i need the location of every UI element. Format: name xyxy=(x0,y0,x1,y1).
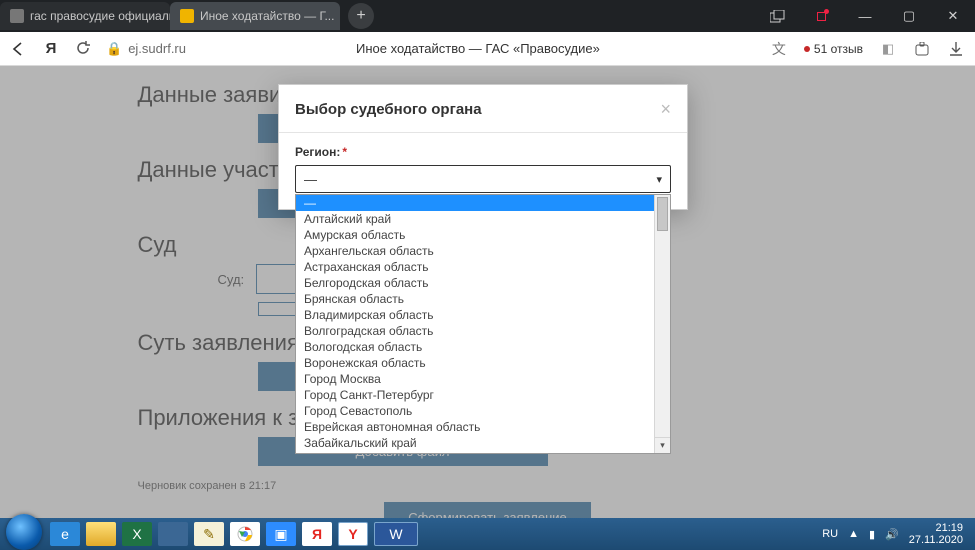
maximize-button[interactable]: ▢ xyxy=(887,0,931,32)
browser-titlebar: гас правосудие официаль Иное ходатайство… xyxy=(0,0,975,32)
yandex-home-button[interactable]: Я xyxy=(42,40,60,58)
address-bar: Я 🔒 ej.sudrf.ru Иное ходатайство — ГАС «… xyxy=(0,32,975,66)
taskbar-excel-icon[interactable]: X xyxy=(122,522,152,546)
language-indicator[interactable]: RU xyxy=(822,528,838,540)
page-title: Иное ходатайство — ГАС «Правосудие» xyxy=(200,41,756,56)
bookmark-icon[interactable]: ◧ xyxy=(879,40,897,58)
translate-icon[interactable]: 文 xyxy=(770,40,788,58)
tab-label: Иное ходатайство — Г... xyxy=(200,9,334,23)
favicon-generic-icon xyxy=(10,9,24,23)
copy-window-icon[interactable] xyxy=(755,0,799,32)
reload-button[interactable] xyxy=(74,40,92,58)
reviews-button[interactable]: 51 отзыв xyxy=(804,42,863,56)
region-option[interactable]: Алтайский край xyxy=(296,211,654,227)
extensions-tray-icon[interactable] xyxy=(913,40,931,58)
tab-label: гас правосудие официаль xyxy=(30,9,170,23)
taskbar-zoom-icon[interactable]: ▣ xyxy=(266,522,296,546)
region-select[interactable]: — ▾ xyxy=(295,165,671,193)
region-option[interactable]: Архангельская область xyxy=(296,243,654,259)
region-option[interactable]: Волгоградская область xyxy=(296,323,654,339)
browser-tab[interactable]: гас правосудие официаль xyxy=(0,2,170,30)
page-viewport: Данные заявителей ? До Данные участников… xyxy=(0,66,975,518)
region-selected-value: — xyxy=(304,172,317,187)
taskbar-chrome-icon[interactable] xyxy=(230,522,260,546)
chevron-down-icon: ▾ xyxy=(656,173,662,186)
downloads-icon[interactable] xyxy=(947,40,965,58)
url-box[interactable]: 🔒 ej.sudrf.ru xyxy=(106,41,186,57)
region-option[interactable]: Город Севастополь xyxy=(296,403,654,419)
lock-icon: 🔒 xyxy=(106,41,122,57)
region-option[interactable]: Ивановская область xyxy=(296,451,654,453)
taskbar-yandex-icon[interactable]: Я xyxy=(302,522,332,546)
windows-taskbar: e X ✎ ▣ Я Y W RU ▲ ▮ 🔊 21:19 27.11.2020 xyxy=(0,518,975,550)
favicon-scales-icon xyxy=(180,9,194,23)
region-option[interactable]: Астраханская область xyxy=(296,259,654,275)
taskbar-word-icon[interactable]: W xyxy=(374,522,418,546)
region-option[interactable]: Воронежская область xyxy=(296,355,654,371)
taskbar-ie-icon[interactable]: e xyxy=(50,522,80,546)
region-label-text: Регион: xyxy=(295,145,340,159)
required-asterisk: * xyxy=(342,145,347,159)
modal-close-button[interactable]: × xyxy=(660,99,671,120)
taskbar-clock[interactable]: 21:19 27.11.2020 xyxy=(909,522,963,546)
tray-network-icon[interactable]: ▮ xyxy=(869,528,875,541)
modal-title: Выбор судебного органа xyxy=(295,101,482,118)
start-button[interactable] xyxy=(6,514,42,550)
taskbar-app-icon[interactable] xyxy=(158,522,188,546)
notification-dot-icon xyxy=(804,46,810,52)
titlebar-extras xyxy=(755,0,843,32)
region-option[interactable]: Вологодская область xyxy=(296,339,654,355)
region-option[interactable]: Белгородская область xyxy=(296,275,654,291)
close-window-button[interactable]: ✕ xyxy=(931,0,975,32)
back-button[interactable] xyxy=(10,40,28,58)
reviews-label: 51 отзыв xyxy=(814,42,863,56)
window-controls: — ▢ ✕ xyxy=(843,0,975,32)
url-host: ej.sudrf.ru xyxy=(128,41,186,56)
region-dropdown: —Алтайский крайАмурская областьАрхангель… xyxy=(295,194,671,454)
court-select-modal: Выбор судебного органа × Регион:* — ▾ —А… xyxy=(278,84,688,210)
extensions-icon[interactable] xyxy=(799,0,843,32)
region-label: Регион:* xyxy=(295,145,671,159)
clock-date: 27.11.2020 xyxy=(909,534,963,546)
browser-tab-active[interactable]: Иное ходатайство — Г... ✕ xyxy=(170,2,340,30)
tray-volume-icon[interactable]: 🔊 xyxy=(885,528,899,541)
taskbar-yandex-browser-icon[interactable]: Y xyxy=(338,522,368,546)
taskbar-notes-icon[interactable]: ✎ xyxy=(194,522,224,546)
region-option[interactable]: Амурская область xyxy=(296,227,654,243)
region-option[interactable]: Владимирская область xyxy=(296,307,654,323)
system-tray: RU ▲ ▮ 🔊 21:19 27.11.2020 xyxy=(822,522,969,546)
region-option[interactable]: Брянская область xyxy=(296,291,654,307)
clock-time: 21:19 xyxy=(909,522,963,534)
dropdown-scrollbar[interactable]: ▾ xyxy=(654,195,670,453)
tray-flag-icon[interactable]: ▲ xyxy=(848,528,859,540)
region-option[interactable]: Еврейская автономная область xyxy=(296,419,654,435)
scroll-down-arrow-icon[interactable]: ▾ xyxy=(655,437,670,453)
minimize-button[interactable]: — xyxy=(843,0,887,32)
region-option[interactable]: — xyxy=(296,195,654,211)
taskbar-explorer-icon[interactable] xyxy=(86,522,116,546)
region-option[interactable]: Город Москва xyxy=(296,371,654,387)
scroll-thumb[interactable] xyxy=(657,197,668,231)
region-option[interactable]: Город Санкт-Петербург xyxy=(296,387,654,403)
new-tab-button[interactable]: + xyxy=(348,3,374,29)
region-option[interactable]: Забайкальский край xyxy=(296,435,654,451)
